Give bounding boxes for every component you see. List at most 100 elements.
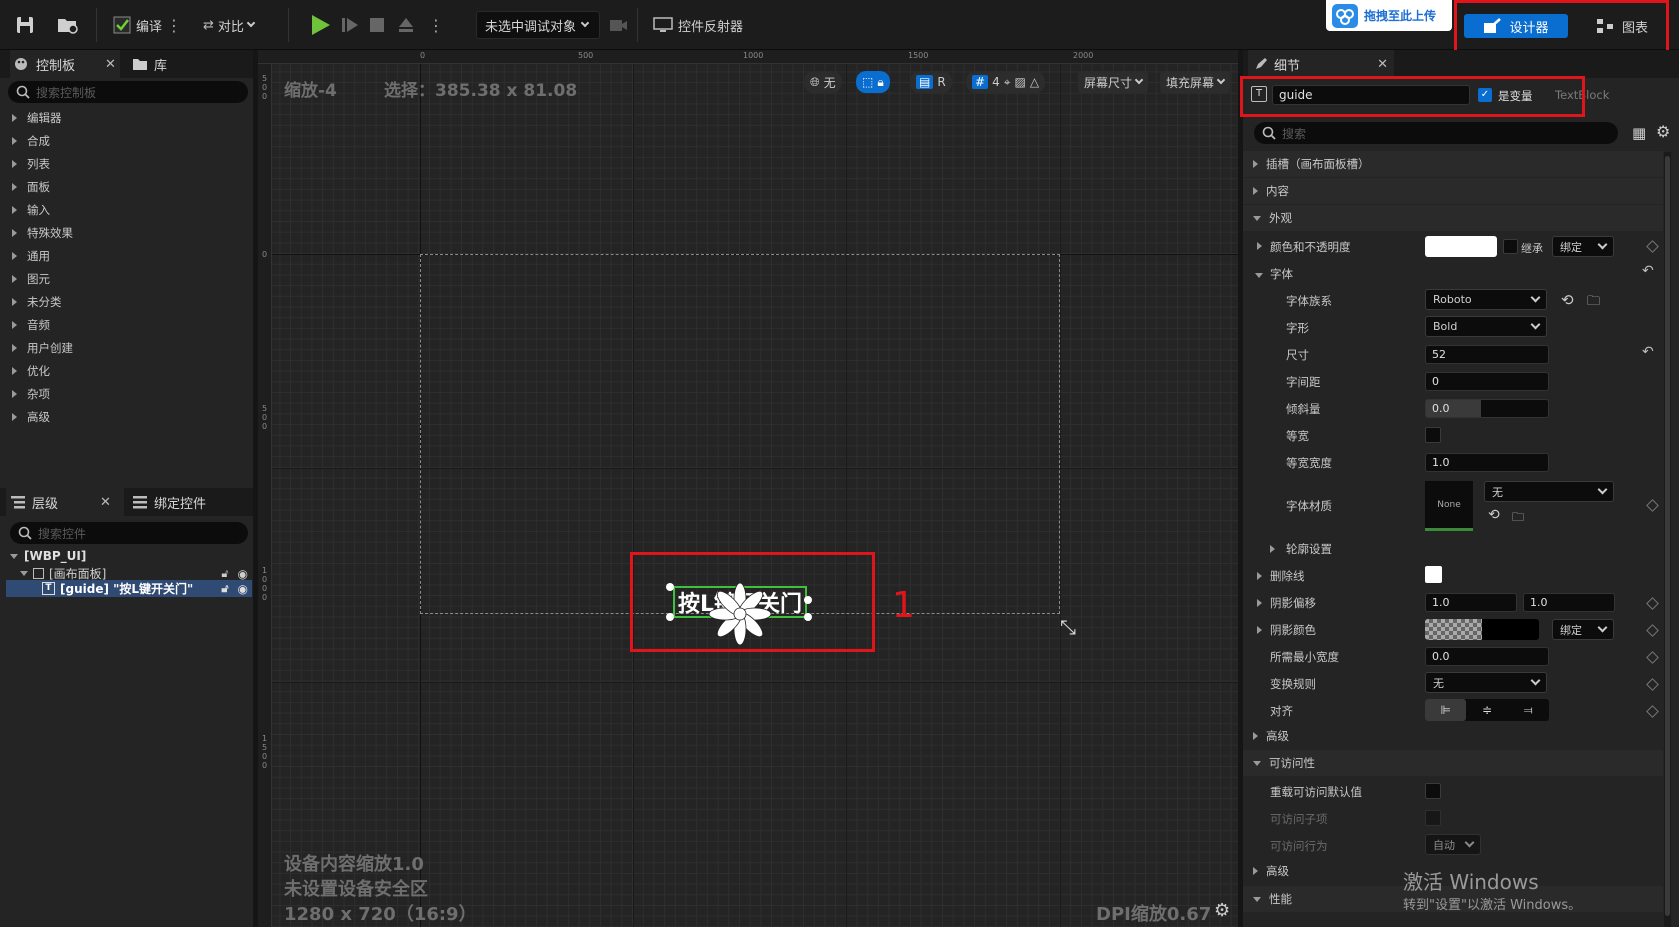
compile-options-icon[interactable]: ⋮ (166, 16, 182, 35)
tab-details[interactable]: 细节 ✕ (1248, 50, 1394, 78)
tab-bind-widgets[interactable]: 绑定控件 (132, 488, 206, 516)
unlock-icon[interactable]: 🔓︎ (221, 567, 228, 581)
reset-arrow-icon[interactable]: ↶ (1642, 344, 1654, 360)
align-left-icon[interactable]: ⊫ (1425, 699, 1467, 721)
eject-button[interactable] (396, 10, 416, 40)
strike-color-swatch[interactable] (1425, 566, 1442, 583)
respect-locks-toggle[interactable]: ▤ R (910, 71, 952, 93)
palette-category[interactable]: 高级 (12, 407, 50, 427)
browse-back-icon[interactable]: ⟲ (1561, 291, 1574, 309)
color-swatch[interactable] (1425, 236, 1497, 257)
play-button[interactable] (308, 10, 332, 40)
palette-category[interactable]: 通用 (12, 246, 50, 266)
expand-arrow-icon[interactable] (1257, 623, 1262, 637)
hierarchy-search-input[interactable]: 搜索控件 (10, 522, 248, 544)
bind-dropdown[interactable]: 绑定 (1552, 236, 1614, 257)
size-input[interactable]: 52 (1425, 345, 1549, 364)
diff-button[interactable]: ⇄ 对比 (203, 10, 256, 40)
skew-slider[interactable]: 0.0 (1425, 399, 1549, 418)
selection-lock-toggle[interactable]: ⬚ 🔒︎ (856, 71, 890, 93)
world-space-toggle[interactable]: 🌐︎ 无 (804, 71, 842, 93)
palette-category[interactable]: 编辑器 (12, 108, 62, 128)
fill-screen-dropdown[interactable]: 填充屏幕 (1160, 71, 1231, 93)
collapse-arrow-icon[interactable] (1255, 267, 1263, 281)
palette-category[interactable]: 杂项 (12, 384, 50, 404)
section-appearance[interactable]: 外观 (1243, 205, 1663, 231)
stop-button[interactable] (368, 10, 386, 40)
section-accessibility[interactable]: 可访问性 (1243, 750, 1663, 776)
font-family-label: 字体族系 (1286, 294, 1332, 308)
chevron-down-icon (580, 18, 590, 28)
align-right-icon[interactable]: ⫤ (1508, 699, 1549, 721)
grid-snap-toggle[interactable]: #4 ⌖ ▨ △ (966, 71, 1046, 93)
palette-category[interactable]: 用户创建 (12, 338, 73, 358)
save-icon[interactable] (14, 10, 36, 40)
material-thumbnail[interactable]: None (1425, 481, 1473, 531)
palette-category[interactable]: 列表 (12, 154, 50, 174)
palette-search-input[interactable]: 搜索控制板 (8, 81, 248, 103)
table-view-icon[interactable]: ▦ (1632, 124, 1646, 142)
details-search-input[interactable]: 搜索 (1254, 122, 1618, 144)
widget-reflector-button[interactable]: 控件反射器 (652, 10, 743, 40)
step-button[interactable] (340, 10, 360, 40)
tree-guide-item[interactable]: T [guide] "按L键开关门" 🔓︎ ◉ (6, 580, 252, 597)
expand-arrow-icon[interactable] (1257, 239, 1262, 253)
font-family-dropdown[interactable]: Roboto (1425, 289, 1547, 310)
dpi-settings-gear-icon[interactable]: ⚙ (1214, 900, 1230, 921)
close-icon[interactable]: ✕ (100, 495, 111, 510)
debug-target-dropdown[interactable]: 未选中调试对象 (476, 11, 600, 39)
tab-library[interactable]: 库 (132, 50, 167, 78)
close-icon[interactable]: ✕ (1377, 57, 1388, 72)
letter-spacing-input[interactable]: 0 (1425, 372, 1549, 391)
palette-category[interactable]: 输入 (12, 200, 50, 220)
browse-folder-icon[interactable]: 🗀 (1587, 292, 1600, 314)
eye-icon[interactable]: ◉ (238, 567, 248, 581)
bind-dropdown[interactable]: 绑定 (1552, 619, 1614, 640)
section-content[interactable]: 内容 (1243, 178, 1663, 204)
debug-camera-icon[interactable] (608, 10, 628, 40)
upload-dropzone[interactable]: 拖拽至此上传 (1326, 0, 1452, 31)
resize-corner-icon[interactable]: ⤡ (1060, 615, 1076, 639)
inherit-checkbox[interactable] (1503, 239, 1518, 254)
palette-category[interactable]: 音频 (12, 315, 50, 335)
screen-size-dropdown[interactable]: 屏幕尺寸 (1078, 71, 1149, 93)
font-material-dropdown[interactable]: 无 (1484, 481, 1614, 502)
section-advanced[interactable]: 高级 (1243, 723, 1663, 749)
shadow-color-swatch[interactable] (1425, 619, 1539, 640)
browse-folder-icon[interactable] (56, 10, 80, 40)
palette-category[interactable]: 特殊效果 (12, 223, 73, 243)
override-accessibility-checkbox[interactable] (1425, 783, 1441, 799)
eye-icon[interactable]: ◉ (238, 582, 248, 596)
palette-category[interactable]: 未分类 (12, 292, 62, 312)
palette-category[interactable]: 合成 (12, 131, 50, 151)
expand-arrow-icon[interactable] (1257, 596, 1262, 610)
tree-root[interactable]: [WBP_UI] (10, 549, 86, 563)
expand-arrow-icon[interactable] (1257, 569, 1262, 583)
section-slot[interactable]: 插槽（画布面板槽） (1243, 151, 1663, 177)
settings-gear-icon[interactable]: ⚙ (1656, 122, 1670, 141)
min-width-input[interactable]: 0.0 (1425, 647, 1549, 666)
browse-back-icon[interactable]: ⟲ (1488, 507, 1500, 523)
compile-button[interactable]: 编译 ⋮ (112, 10, 182, 40)
palette-category[interactable]: 优化 (12, 361, 50, 381)
play-options-icon[interactable]: ⋮ (428, 10, 444, 40)
chevron-down-icon (1597, 239, 1608, 250)
close-icon[interactable]: ✕ (105, 57, 116, 72)
tab-hierarchy[interactable]: 层级 ✕ (6, 488, 124, 516)
tab-palette[interactable]: 控制板 ✕ (10, 50, 120, 78)
palette-category[interactable]: 面板 (12, 177, 50, 197)
align-center-icon[interactable]: ≑ (1466, 699, 1507, 721)
palette-category[interactable]: 图元 (12, 269, 50, 289)
transform-policy-dropdown[interactable]: 无 (1425, 672, 1547, 693)
details-scrollbar[interactable] (1664, 152, 1671, 927)
shadow-offset-x-input[interactable]: 1.0 (1425, 593, 1517, 612)
designer-canvas[interactable] (258, 50, 1238, 927)
monospace-width-input[interactable]: 1.0 (1425, 453, 1549, 472)
expand-arrow-icon[interactable] (1270, 542, 1275, 556)
browse-folder-icon[interactable]: 🗀 (1512, 508, 1524, 529)
monospace-checkbox[interactable] (1425, 427, 1441, 443)
typeface-dropdown[interactable]: Bold (1425, 316, 1547, 337)
reset-arrow-icon[interactable]: ↶ (1642, 263, 1654, 279)
shadow-offset-y-input[interactable]: 1.0 (1523, 593, 1615, 612)
unlock-icon[interactable]: 🔓︎ (221, 582, 228, 596)
